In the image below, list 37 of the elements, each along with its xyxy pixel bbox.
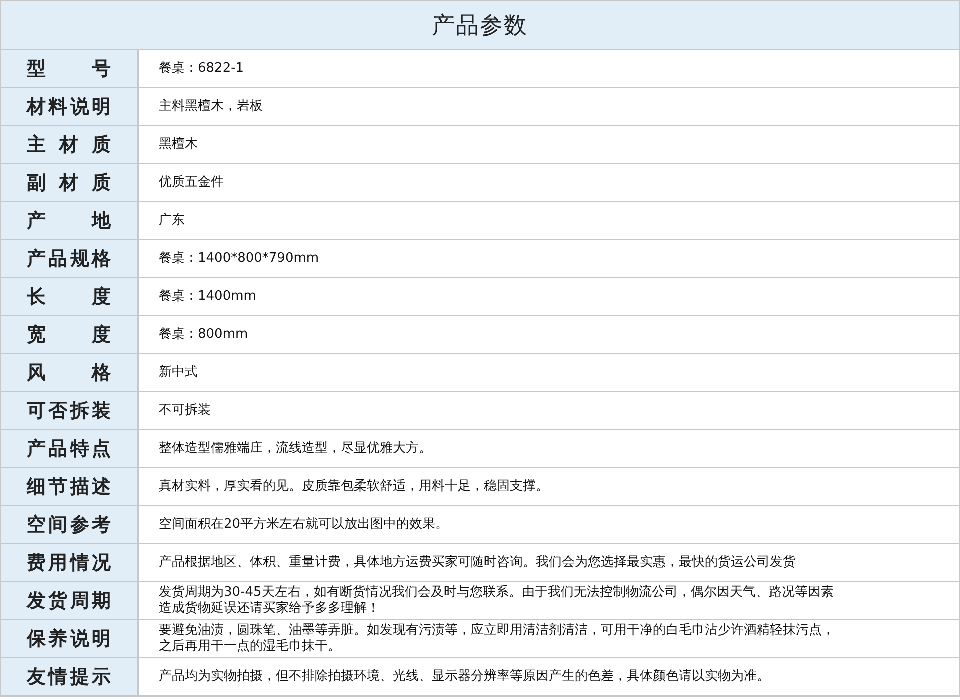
row-label: 友情提示: [1, 658, 139, 696]
row-label: 副 材 质: [1, 164, 139, 202]
row-label: 可否拆装: [1, 392, 139, 430]
row-label: 产 地: [1, 202, 139, 240]
row-label: 风 格: [1, 354, 139, 392]
row-value: 之后再用干一点的湿毛巾抹干。: [159, 638, 342, 654]
row-value: 造成货物延误还请买家给予多多理解！: [159, 600, 381, 616]
row-value: 广东: [159, 212, 186, 228]
row-value: 产品根据地区、体积、重量计费，具体地方运费买家可随时咨询。我们会为您选择最实惠，最快的货运公司发货: [159, 554, 797, 570]
row-label: 长 度: [1, 278, 139, 316]
row-value: 整体造型儒雅端庄，流线造型，尽显优雅大方。: [159, 440, 433, 456]
row-label: 宽 度: [1, 316, 139, 354]
row-value: 不可拆装: [159, 402, 212, 418]
row-label: 空间参考: [1, 506, 139, 544]
row-value: 餐桌：800mm: [159, 326, 250, 342]
row-value: 要避免油渍，圆珠笔、油墨等弄脏。如发现有污渍等，应立即用清洁剂清洁，可用干净的白毛巾沾少许酒精轻抹污点，: [159, 622, 836, 638]
row-label: 产品规格: [1, 240, 139, 278]
row-value: 优质五金件: [159, 174, 225, 190]
row-value: 餐桌：6822-1: [159, 60, 246, 76]
row-value: 餐桌：1400mm: [159, 288, 258, 304]
row-label: 产品特点: [1, 430, 139, 468]
row-value: 主料黑檀木，岩板: [159, 98, 264, 114]
row-label: 保养说明: [1, 620, 139, 658]
row-label: 材料说明: [1, 88, 139, 126]
row-label: 型 号: [1, 50, 139, 88]
row-label: 费用情况: [1, 544, 139, 582]
table-title: 产品参数: [1, 1, 959, 50]
row-label: 发货周期: [1, 582, 139, 620]
row-value: 发货周期为30-45天左右，如有断货情况我们会及时与您联系。由于我们无法控制物流公司，偶尔因天气、路况等因素: [159, 584, 835, 600]
row-value: 黑檀木: [159, 136, 199, 152]
row-label: 细节描述: [1, 468, 139, 506]
row-label: 主 材 质: [1, 126, 139, 164]
row-value: 产品均为实物拍摄，但不排除拍摄环境、光线、显示器分辨率等原因产生的色差，具体颜色请以实物为准。: [159, 668, 771, 684]
row-value: 新中式: [159, 364, 199, 380]
row-value: 空间面积在20平方米左右就可以放出图中的效果。: [159, 516, 450, 532]
row-value: 餐桌：1400*800*790mm: [159, 250, 320, 266]
row-value: 真材实料，厚实看的见。皮质靠包柔软舒适，用料十足，稳固支撑。: [159, 478, 550, 494]
